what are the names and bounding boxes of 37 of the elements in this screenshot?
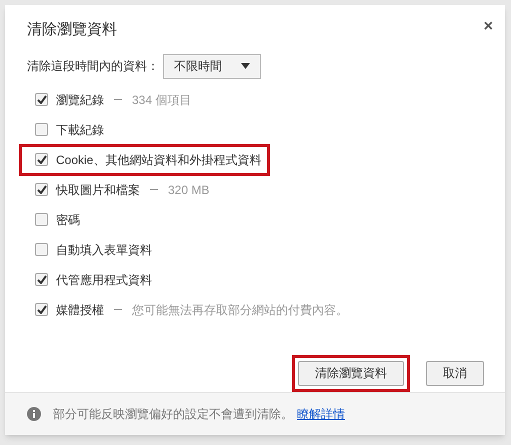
time-range-dropdown[interactable]: 不限時間 xyxy=(163,54,261,78)
checkbox[interactable] xyxy=(35,153,48,166)
option-label: Cookie、其他網站資料和外掛程式資料 xyxy=(56,152,262,168)
check-icon xyxy=(36,305,46,314)
checkbox[interactable] xyxy=(35,213,48,226)
option-label: 快取圖片和檔案 xyxy=(56,182,140,198)
checkbox[interactable] xyxy=(35,123,48,136)
footer-note: 部分可能反映瀏覽偏好的設定不會遭到清除。 xyxy=(53,406,293,423)
check-icon xyxy=(36,155,46,164)
check-icon xyxy=(36,95,46,104)
option-detail: 320 MB xyxy=(168,182,210,198)
dash xyxy=(150,189,158,190)
option-label: 代管應用程式資料 xyxy=(56,272,152,288)
option-label: 媒體授權 xyxy=(56,302,104,318)
checkbox[interactable] xyxy=(35,273,48,286)
option-label: 瀏覽紀錄 xyxy=(56,92,104,108)
caret-icon xyxy=(241,63,250,69)
option-detail: 334 個項目 xyxy=(132,92,192,108)
checkbox[interactable] xyxy=(35,183,48,196)
checkbox[interactable] xyxy=(35,243,48,256)
time-range-label: 清除這段時間內的資料： xyxy=(27,58,159,75)
check-icon xyxy=(36,275,46,284)
option-label: 密碼 xyxy=(56,212,80,228)
checkbox[interactable] xyxy=(35,303,48,316)
learn-more-link[interactable]: 瞭解詳情 xyxy=(297,404,345,423)
dialog-button[interactable]: 取消 xyxy=(426,360,484,386)
close-button[interactable]: × xyxy=(484,19,493,35)
dialog-title: 清除瀏覽資料 xyxy=(27,20,117,40)
dash xyxy=(114,309,122,310)
check-icon xyxy=(36,185,46,194)
option-label: 自動填入表單資料 xyxy=(56,242,152,258)
option-label: 下載紀錄 xyxy=(56,122,104,138)
dash xyxy=(114,99,122,100)
checkbox[interactable] xyxy=(35,93,48,106)
dialog-button[interactable]: 清除瀏覽資料 xyxy=(298,360,404,386)
option-detail: 您可能無法再存取部分網站的付費內容。 xyxy=(132,302,348,318)
info-icon xyxy=(27,406,41,421)
